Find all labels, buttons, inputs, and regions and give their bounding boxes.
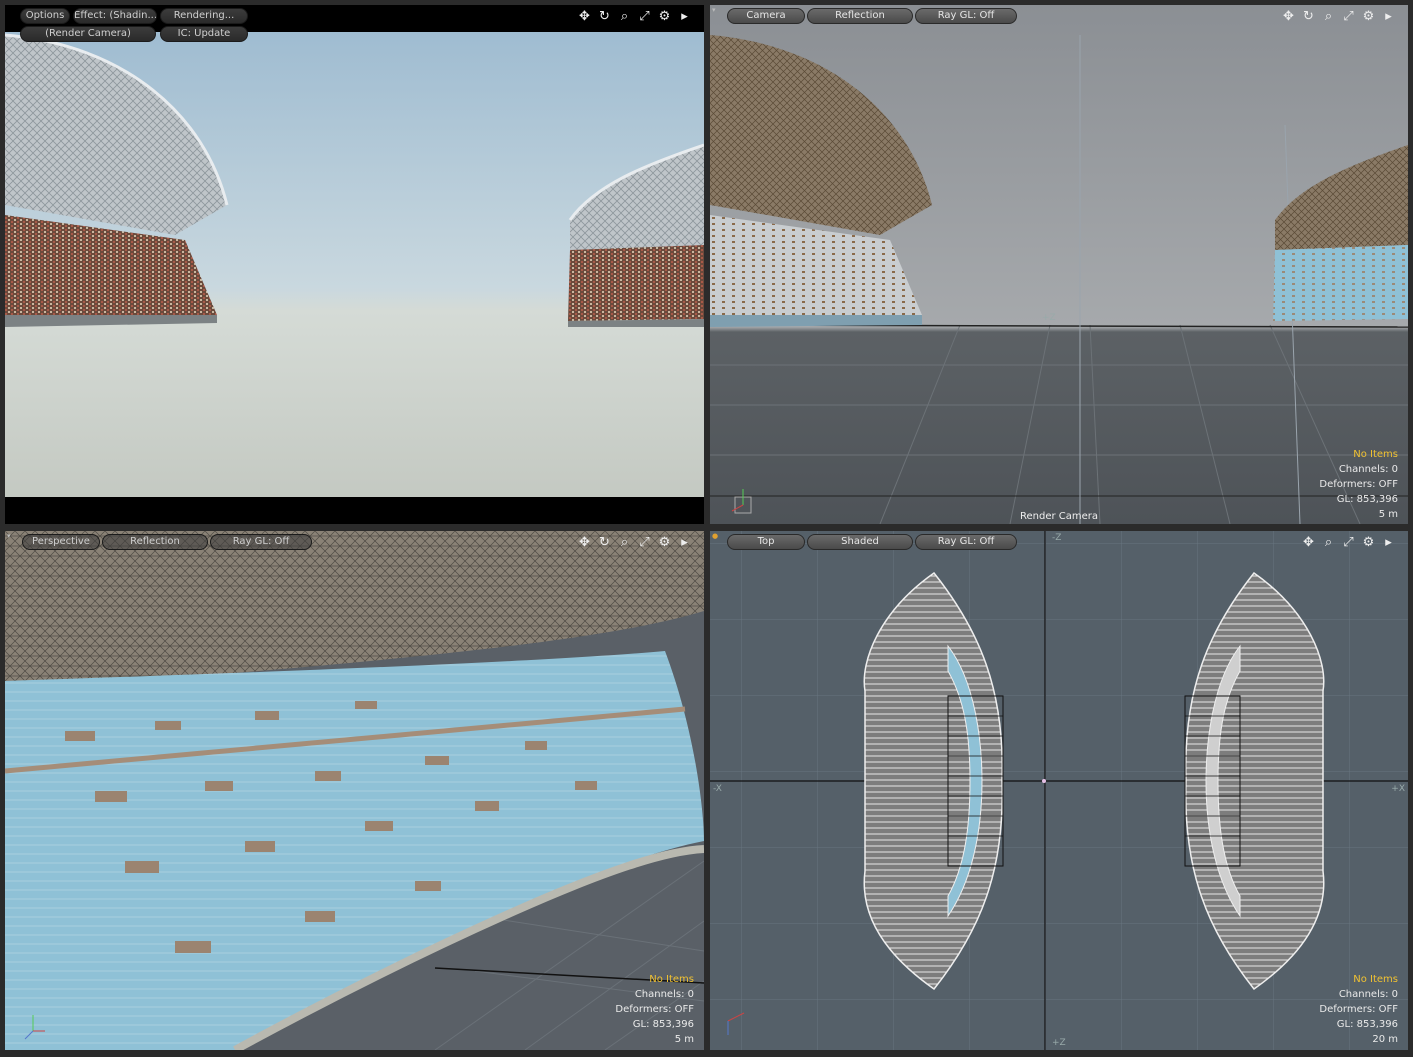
gear-icon[interactable]: ⚙: [657, 9, 672, 24]
rotate-icon[interactable]: ↻: [1301, 9, 1316, 24]
viewport-tools: ✥ ↻ ⌕ ⤢ ⚙ ▸: [1281, 7, 1396, 25]
rendering-button[interactable]: Rendering...: [160, 8, 248, 24]
axis-label-pos-z: +Z: [1052, 1038, 1066, 1048]
gear-icon[interactable]: ⚙: [1361, 535, 1376, 550]
shaded-dropdown[interactable]: Shaded: [807, 534, 913, 550]
items-status: No Items: [1353, 449, 1398, 460]
axis-label-pos-x: +X: [1391, 784, 1405, 794]
viewport-corner-icon[interactable]: ▾: [712, 7, 718, 14]
viewport-corner-icon[interactable]: ●: [712, 533, 718, 540]
channels-status: Channels: 0: [634, 989, 694, 1000]
scale-status: 5 m: [674, 1034, 694, 1045]
zoom-icon[interactable]: ⌕: [1321, 9, 1336, 24]
maximize-icon[interactable]: ⤢: [637, 535, 652, 550]
viewport-corner-icon[interactable]: ▾: [7, 533, 13, 540]
rotate-icon[interactable]: ↻: [597, 535, 612, 550]
menu-arrow-icon[interactable]: ▸: [677, 535, 692, 550]
viewport-top[interactable]: -Z -X +X +Z ● Top Shaded Ray GL: Off ✥ ⌕…: [710, 531, 1408, 1050]
viewport-info: No Items Channels: 0 Deformers: OFF GL: …: [1319, 972, 1398, 1047]
maximize-icon[interactable]: ⤢: [1341, 535, 1356, 550]
move-icon[interactable]: ✥: [577, 9, 592, 24]
deformers-status: Deformers: OFF: [615, 1004, 694, 1015]
camera-dropdown[interactable]: Camera: [727, 8, 805, 24]
menu-arrow-icon[interactable]: ▸: [677, 9, 692, 24]
move-icon[interactable]: ✥: [1281, 9, 1296, 24]
reflection-dropdown[interactable]: Reflection: [102, 534, 208, 550]
zoom-icon[interactable]: ⌕: [617, 535, 632, 550]
menu-arrow-icon[interactable]: ▸: [1381, 535, 1396, 550]
zoom-icon[interactable]: ⌕: [1321, 535, 1336, 550]
ray-gl-dropdown[interactable]: Ray GL: Off: [915, 8, 1017, 24]
gear-icon[interactable]: ⚙: [1361, 9, 1376, 24]
ray-gl-dropdown[interactable]: Ray GL: Off: [210, 534, 312, 550]
axis-label-neg-x: -X: [713, 784, 722, 794]
items-status: No Items: [1353, 974, 1398, 985]
gl-status: GL: 853,396: [1336, 494, 1398, 505]
effect-shading-dropdown[interactable]: Effect: (Shadin...: [73, 8, 157, 24]
maximize-icon[interactable]: ⤢: [637, 9, 652, 24]
camera-view-scene: [710, 5, 1408, 524]
move-icon[interactable]: ✥: [577, 535, 592, 550]
ic-update-button[interactable]: IC: Update: [160, 26, 248, 42]
viewport-perspective[interactable]: ▾ Perspective Reflection Ray GL: Off ✥ ↻…: [5, 531, 704, 1050]
render-camera-dropdown[interactable]: (Render Camera): [20, 26, 156, 42]
render-preview-image: [5, 5, 704, 524]
scale-status: 20 m: [1372, 1034, 1398, 1045]
deformers-status: Deformers: OFF: [1319, 479, 1398, 490]
reflection-dropdown[interactable]: Reflection: [807, 8, 913, 24]
maximize-icon[interactable]: ⤢: [1341, 9, 1356, 24]
ray-gl-dropdown[interactable]: Ray GL: Off: [915, 534, 1017, 550]
perspective-dropdown[interactable]: Perspective: [22, 534, 100, 550]
top-view-dropdown[interactable]: Top: [727, 534, 805, 550]
channels-status: Channels: 0: [1338, 464, 1398, 475]
gl-status: GL: 853,396: [632, 1019, 694, 1030]
options-button[interactable]: Options: [20, 8, 70, 24]
menu-arrow-icon[interactable]: ▸: [1381, 9, 1396, 24]
top-view-scene: [710, 531, 1408, 1050]
zoom-icon[interactable]: ⌕: [617, 9, 632, 24]
viewport-tools: ✥ ↻ ⌕ ⤢ ⚙ ▸: [577, 533, 692, 551]
viewport-tools: ✥ ↻ ⌕ ⤢ ⚙ ▸: [577, 7, 692, 25]
deformers-status: Deformers: OFF: [1319, 1004, 1398, 1015]
gear-icon[interactable]: ⚙: [657, 535, 672, 550]
viewport-tools: ✥ ⌕ ⤢ ⚙ ▸: [1301, 533, 1396, 551]
channels-status: Channels: 0: [1338, 989, 1398, 1000]
gl-status: GL: 853,396: [1336, 1019, 1398, 1030]
rotate-icon[interactable]: ↻: [597, 9, 612, 24]
viewport-camera[interactable]: +Z ▾ Camera Reflection Ray GL: Off ✥ ↻ ⌕…: [710, 5, 1408, 524]
perspective-view-scene: [5, 531, 704, 1050]
viewport-info: No Items Channels: 0 Deformers: OFF GL: …: [615, 972, 694, 1047]
move-icon[interactable]: ✥: [1301, 535, 1316, 550]
camera-name-label: Render Camera: [1019, 511, 1099, 522]
items-status: No Items: [649, 974, 694, 985]
axis-label-z: +Z: [1042, 313, 1056, 323]
viewport-render-preview[interactable]: Options Effect: (Shadin... Rendering... …: [5, 5, 704, 524]
